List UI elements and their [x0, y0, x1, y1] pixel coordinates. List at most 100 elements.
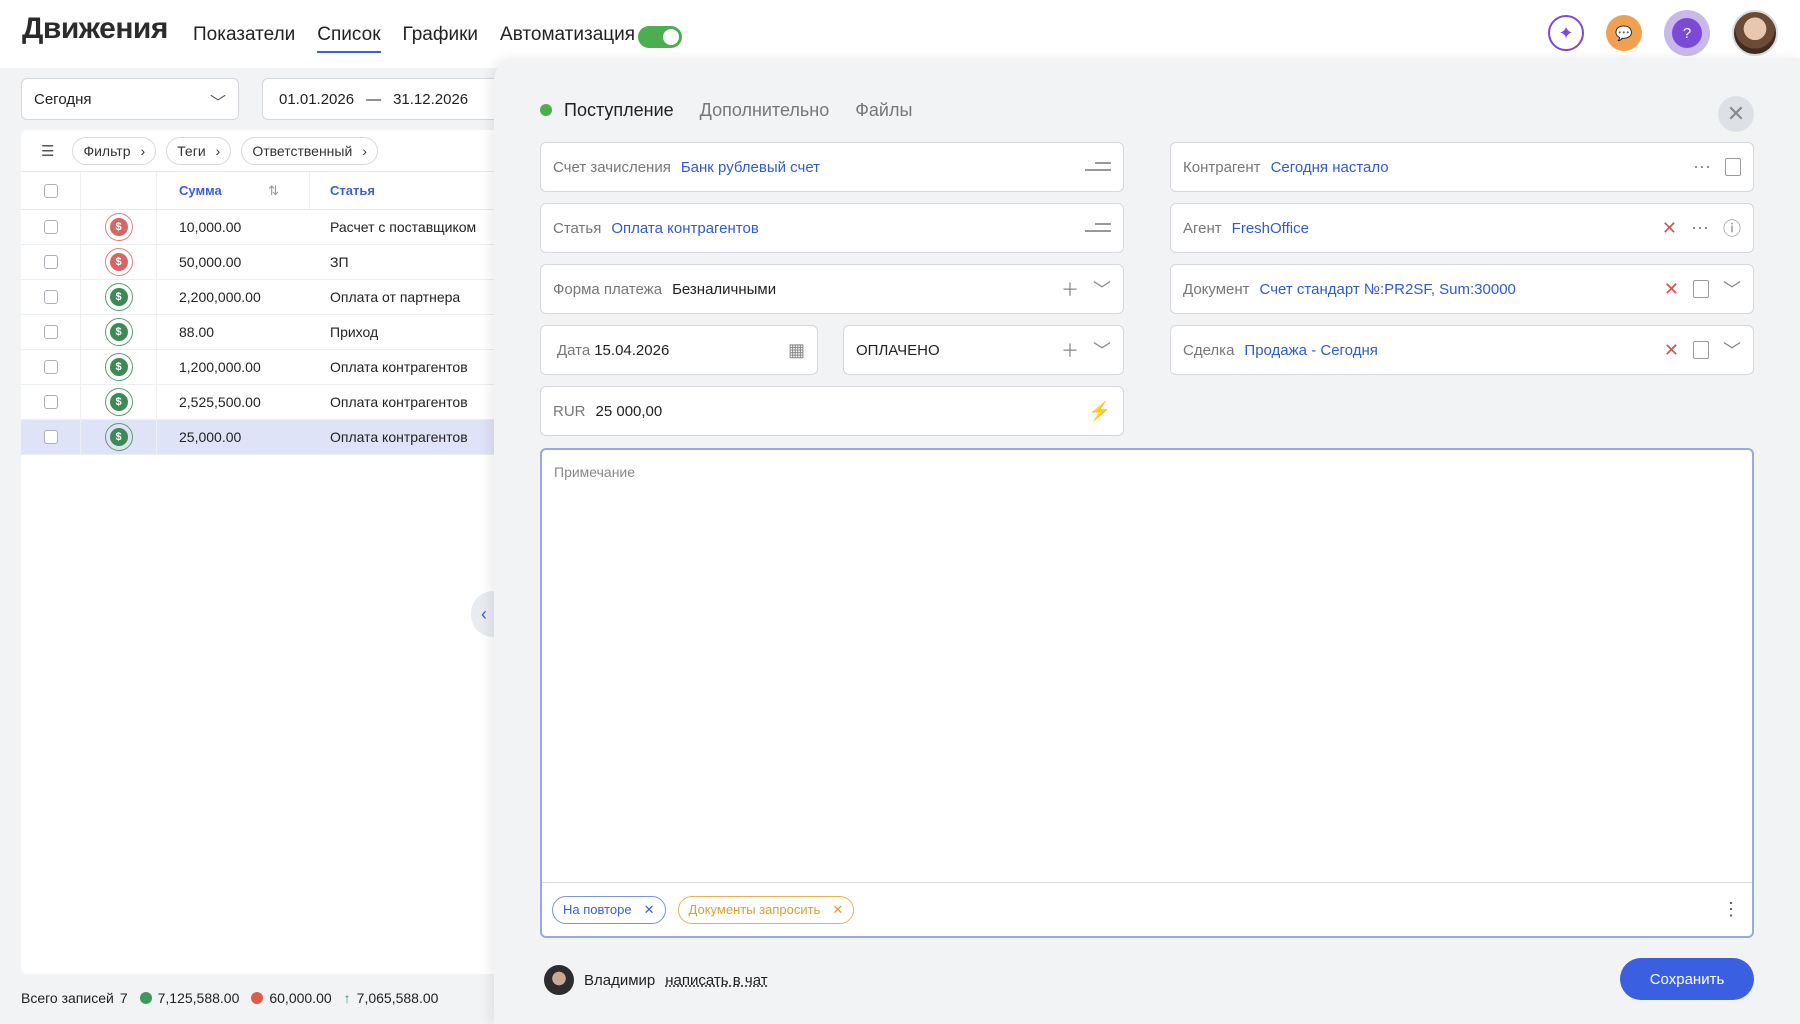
deal-field[interactable]: Сделка Продажа - Сегодня ✕ ﹀ [1170, 325, 1754, 375]
row-checkbox[interactable] [43, 395, 58, 409]
row-checkbox[interactable] [43, 290, 58, 304]
movements-table: ☰ Фильтр › Теги › Ответственный › Сумма ⇅ Ст… [21, 130, 501, 974]
chat-icon[interactable]: 💬 [1606, 15, 1642, 51]
responsible-chip[interactable]: Ответственный › [241, 136, 378, 165]
select-all-checkbox[interactable] [43, 183, 58, 198]
row-sum: 88.00 [179, 324, 215, 340]
clear-icon[interactable]: ✕ [1664, 279, 1679, 300]
dollar-icon: $ [109, 428, 128, 446]
ai-assistant-icon[interactable]: ✦ [1548, 15, 1584, 51]
expense-total: 60,000.00 [269, 990, 332, 1006]
table-row[interactable]: $2,200,000.00 Оплата от партнера [21, 280, 501, 315]
clear-icon[interactable]: ✕ [1664, 340, 1679, 361]
row-checkbox[interactable] [43, 430, 58, 444]
remove-tag-icon[interactable]: ✕ [832, 902, 843, 918]
chevron-down-icon[interactable]: ﹀ [1093, 337, 1111, 363]
lightning-icon[interactable]: ⚡ [1089, 401, 1111, 422]
row-checkbox[interactable] [43, 255, 58, 269]
row-checkbox-cell [21, 420, 81, 454]
toggle-knob [663, 29, 679, 45]
date-range-input[interactable]: 01.01.2026 — 31.12.2026 [262, 78, 522, 120]
document-icon[interactable] [1693, 280, 1709, 298]
plus-icon[interactable]: ＋ [1061, 337, 1079, 363]
sum-header[interactable]: Сумма ⇅ [157, 172, 310, 209]
info-icon[interactable]: ⓘ [1723, 215, 1741, 241]
tag-label: На повторе [563, 902, 632, 917]
clear-icon[interactable]: ✕ [1662, 218, 1677, 239]
article-field[interactable]: Статья Оплата контрагентов [540, 203, 1124, 253]
period-select[interactable]: Сегодня ﹀ [21, 78, 239, 120]
tab-income[interactable]: Поступление [540, 100, 674, 121]
filter-chip[interactable]: Фильтр › [72, 136, 157, 165]
document-icon[interactable] [1693, 341, 1709, 359]
row-checkbox-cell [21, 350, 81, 384]
row-sum: 2,525,500.00 [179, 394, 261, 410]
counterparty-value: Сегодня настало [1270, 158, 1389, 176]
calendar-icon[interactable]: ▦ [788, 340, 805, 361]
tab-list[interactable]: Список [317, 24, 381, 53]
tab-automation[interactable]: Автоматизация [500, 24, 635, 53]
row-type-cell: $ [81, 350, 157, 384]
row-checkbox[interactable] [43, 220, 58, 234]
tags-chip[interactable]: Теги › [166, 136, 232, 165]
agent-field[interactable]: Агент FreshOffice ✕ ⋯ ⓘ [1170, 203, 1754, 253]
table-row[interactable]: $50,000.00 ЗП [21, 245, 501, 280]
tab-additional[interactable]: Дополнительно [700, 100, 830, 121]
date-value: 15.04.2026 [594, 341, 670, 359]
more-icon[interactable]: ⋯ [1691, 218, 1709, 239]
amount-field[interactable]: RUR 25 000,00 ⚡ [540, 386, 1124, 436]
row-sum: 1,200,000.00 [179, 359, 261, 375]
table-row[interactable]: $25,000.00 Оплата контрагентов [21, 420, 501, 455]
article-label: Статья [553, 219, 602, 237]
sort-icon[interactable]: ⇅ [268, 183, 279, 199]
date-separator: — [366, 91, 382, 108]
table-row[interactable]: $88.00 Приход [21, 315, 501, 350]
table-row[interactable]: $1,200,000.00 Оплата контрагентов [21, 350, 501, 385]
tab-indicators[interactable]: Показатели [193, 24, 295, 53]
table-row[interactable]: $2,525,500.00 Оплата контрагентов [21, 385, 501, 420]
main-nav: Показатели Список Графики Автоматизация [193, 24, 635, 53]
document-field[interactable]: Документ Счет стандарт №:PR2SF, Sum:3000… [1170, 264, 1754, 314]
account-field[interactable]: Счет зачисления Банк рублевый счет [540, 142, 1124, 192]
select-all-cell [21, 172, 81, 209]
row-checkbox[interactable] [43, 325, 58, 339]
user-avatar[interactable] [1732, 10, 1778, 56]
chevron-down-icon[interactable]: ﹀ [1723, 276, 1741, 302]
dollar-icon: $ [109, 253, 128, 271]
automation-toggle[interactable] [638, 26, 682, 48]
row-checkbox[interactable] [43, 360, 58, 374]
dollar-coin-icon: $ [104, 353, 133, 381]
payment-form-field[interactable]: Форма платежа Безналичными ＋ ﹀ [540, 264, 1124, 314]
row-article: ЗП [330, 254, 349, 270]
document-icon[interactable] [1725, 158, 1741, 176]
article-header[interactable]: Статья [310, 183, 501, 198]
status-field[interactable]: ОПЛАЧЕНО ＋ ﹀ [843, 325, 1124, 375]
close-button[interactable]: ✕ [1718, 96, 1754, 132]
row-sum: 25,000.00 [179, 429, 242, 445]
row-article: Оплата контрагентов [330, 429, 468, 445]
filter-lines-icon[interactable]: ☰ [41, 142, 54, 160]
deal-label: Сделка [1183, 341, 1235, 359]
plus-icon[interactable]: ＋ [1061, 276, 1079, 302]
list-lines-icon[interactable] [1085, 221, 1111, 235]
chevron-down-icon[interactable]: ﹀ [1723, 337, 1741, 363]
tab-files[interactable]: Файлы [855, 100, 912, 121]
help-button[interactable]: ? [1664, 10, 1710, 56]
remove-tag-icon[interactable]: ✕ [644, 902, 655, 918]
list-lines-icon[interactable] [1085, 160, 1111, 174]
date-field[interactable]: Дата 15.04.2026 ▦ [540, 325, 818, 375]
counterparty-field[interactable]: Контрагент Сегодня настало ⋯ [1170, 142, 1754, 192]
agent-value: FreshOffice [1231, 219, 1309, 237]
write-to-chat-link[interactable]: написать в чат [665, 972, 767, 989]
chevron-down-icon[interactable]: ﹀ [1093, 276, 1111, 302]
table-row[interactable]: $10,000.00 Расчет с поставщиком [21, 210, 501, 245]
tag-chip[interactable]: Документы запросить ✕ [677, 895, 855, 924]
save-button[interactable]: Сохранить [1620, 958, 1754, 1000]
note-textarea[interactable]: Примечание На повторе ✕ Документы запроси… [540, 448, 1754, 938]
more-icon[interactable]: ⋯ [1693, 157, 1711, 178]
tab-charts[interactable]: Графики [403, 24, 479, 53]
kebab-menu-icon[interactable]: ⋮ [1722, 899, 1740, 920]
income-total: 7,125,588.00 [157, 990, 240, 1006]
tag-chip[interactable]: На повторе ✕ [552, 895, 666, 924]
table-header: Сумма ⇅ Статья [21, 172, 501, 210]
